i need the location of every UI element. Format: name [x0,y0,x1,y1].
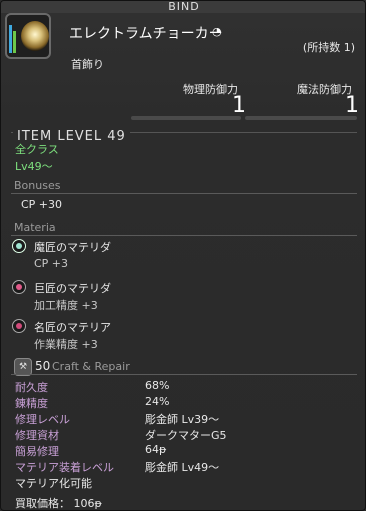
bonuses-divider [11,193,357,194]
materia-1-stat: CP +3 [34,257,69,270]
materia-2-name: 巨匠のマテリダ [34,282,111,295]
durability-value: 68% [145,379,170,392]
materia-slot-icon [12,280,26,294]
magic-defense-bar [245,116,357,120]
sell-price: 買取価格： 106ᵽ [15,497,102,510]
quick-repair-value: 64ᵽ [145,443,167,456]
spiritbond-label: 錬精度 [15,397,48,410]
physical-defense-bar [131,116,241,120]
physical-defense-label: 物理防御力 [183,83,238,96]
materialize-status: マテリア化可能 [15,477,92,490]
item-name: エレクトラムチョーカー [69,26,223,42]
bind-label: BIND [1,1,365,13]
item-category: 首飾り [71,58,104,71]
quick-repair-label: 簡易修理 [15,445,59,458]
class-restriction: 全クラス [15,143,59,156]
craft-repair-divider [11,374,357,375]
materia-1-name: 魔匠のマテリダ [34,241,111,254]
materia-melding-value: 彫金師 Lv49～ [145,461,220,474]
magic-defense-label: 魔法防御力 [297,83,352,96]
materia-melding-label: マテリア装着レベル [15,461,114,474]
craft-repair-title: Craft & Repair [52,360,130,373]
bonus-cp: CP +30 [21,198,63,211]
craft-repair-level: 50 [35,359,51,373]
item-tooltip: BIND エレクトラムチョーカー ◔ (所持数 1) 首飾り 物理防御力 1 魔… [0,0,366,511]
item-icon-frame [5,13,51,59]
repair-level-label: 修理レベル [15,413,70,426]
bonuses-title: Bonuses [14,179,61,192]
materia-slot-icon [12,319,26,333]
icon-status-bars [9,21,17,55]
hq-icon: ◔ [212,25,222,38]
materia-2-stat: 加工精度 +3 [34,299,98,312]
owned-count: (所持数 1) [302,41,355,54]
materia-3-name: 名匠のマテリア [34,321,111,334]
materia-3-stat: 作業精度 +3 [34,338,98,351]
repair-material-label: 修理資材 [15,429,59,442]
ring-icon [21,21,49,51]
repair-material-value: ダークマターG5 [145,429,227,442]
materia-divider [11,235,357,236]
repair-level-value: 彫金師 Lv39～ [145,413,220,426]
level-requirement: Lv49～ [15,160,53,173]
durability-label: 耐久度 [15,381,48,394]
materia-slot-icon [12,239,26,253]
materia-title: Materia [14,221,56,234]
physical-defense-value: 1 [232,93,246,118]
spiritbond-value: 24% [145,395,170,408]
magic-defense-value: 1 [345,93,359,118]
